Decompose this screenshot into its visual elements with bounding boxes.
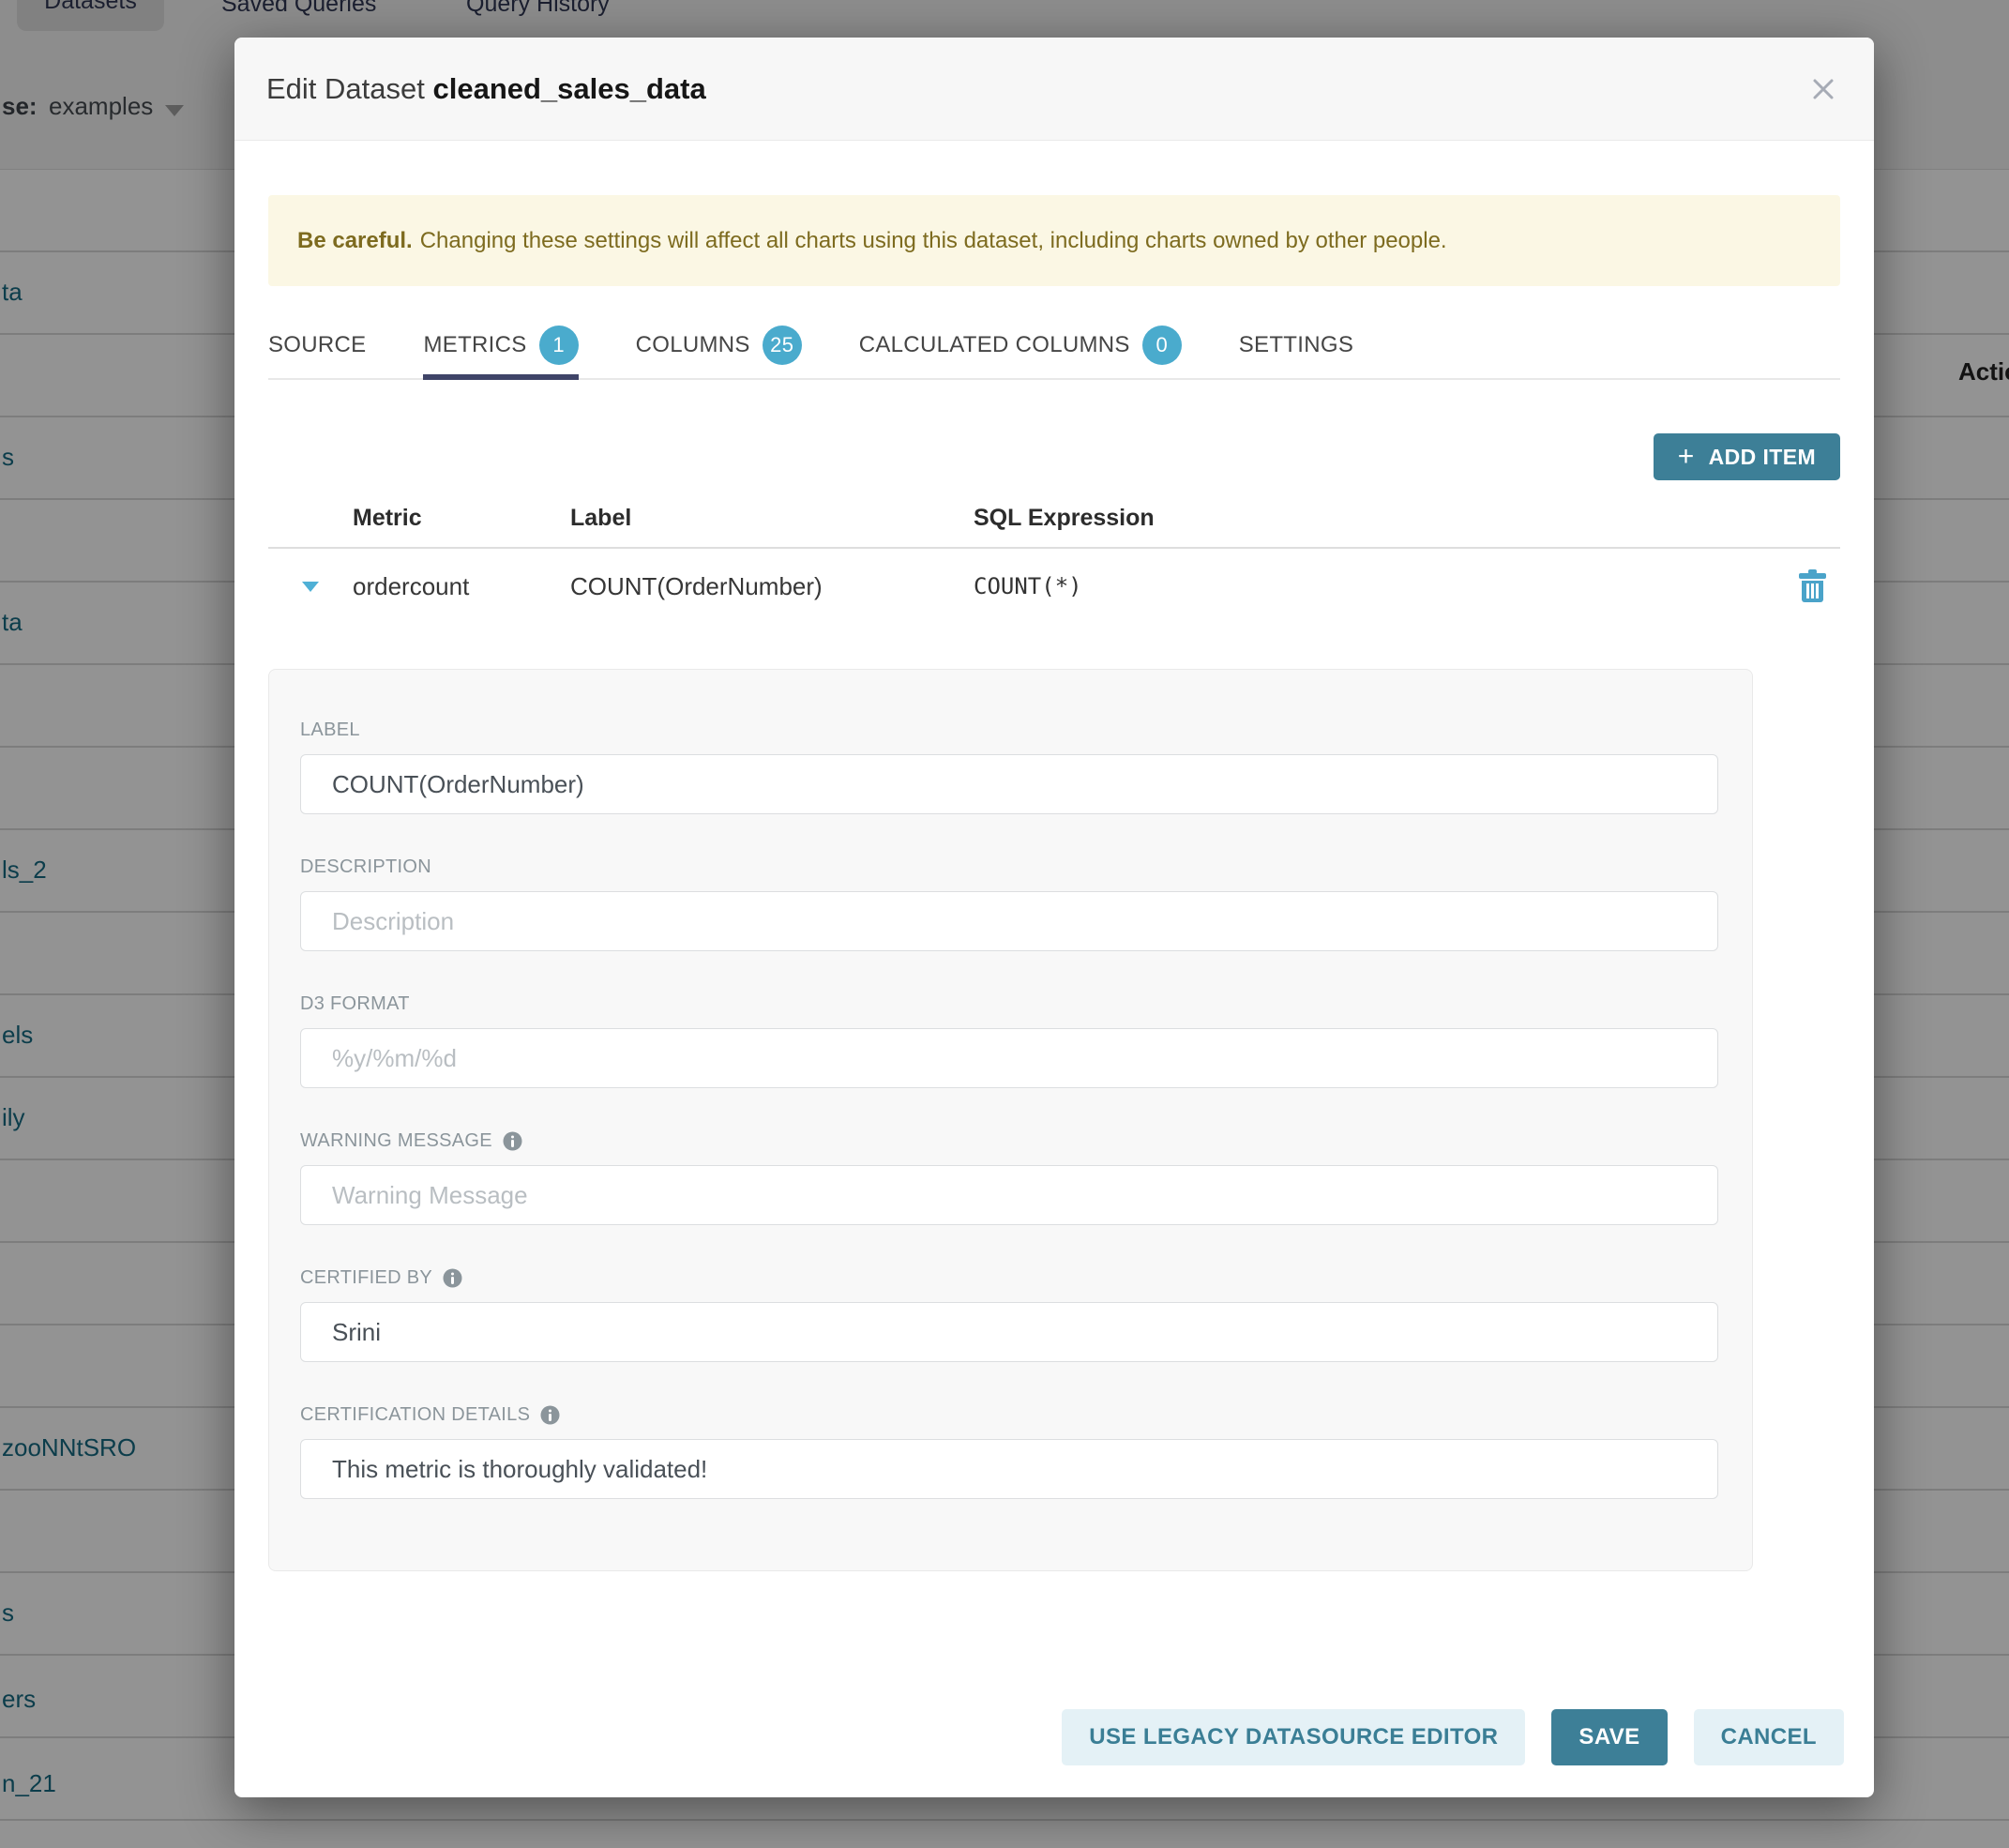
warning-bold-text: Be careful. bbox=[297, 228, 413, 253]
warning-message-field: WARNING MESSAGE bbox=[300, 1129, 1718, 1225]
tab-calculated-columns[interactable]: CALCULATED COLUMNS 0 bbox=[859, 312, 1182, 378]
field-label-text: LABEL bbox=[300, 719, 360, 741]
edit-dataset-modal: Edit Dataset cleaned_sales_data Be caref… bbox=[234, 38, 1874, 1797]
label-field-label: LABEL bbox=[300, 719, 1718, 741]
modal-tabs: SOURCE METRICS 1 COLUMNS 25 CALCULATED C… bbox=[268, 312, 1840, 380]
tab-source[interactable]: SOURCE bbox=[268, 312, 366, 378]
certified-by-field: CERTIFIED BY bbox=[300, 1266, 1718, 1362]
expand-collapse-control[interactable] bbox=[268, 582, 353, 592]
metric-detail-panel: LABEL DESCRIPTION D3 FORMAT WARNING MESS… bbox=[268, 669, 1753, 1571]
warning-text: Changing these settings will affect all … bbox=[420, 228, 1447, 253]
certified-by-field-label: CERTIFIED BY bbox=[300, 1266, 1718, 1289]
label-field: LABEL bbox=[300, 719, 1718, 814]
modal-title-prefix: Edit Dataset bbox=[266, 72, 432, 105]
info-icon bbox=[503, 1131, 522, 1151]
tab-label: COLUMNS bbox=[636, 332, 750, 358]
metric-row: ordercount COUNT(OrderNumber) COUNT(*) bbox=[268, 549, 1840, 628]
warning-message-field-label: WARNING MESSAGE bbox=[300, 1129, 1718, 1152]
d3-format-input[interactable] bbox=[300, 1028, 1718, 1088]
close-icon bbox=[1807, 73, 1839, 105]
warning-message-input[interactable] bbox=[300, 1165, 1718, 1225]
modal-title: Edit Dataset cleaned_sales_data bbox=[266, 72, 706, 106]
tab-settings[interactable]: SETTINGS bbox=[1239, 312, 1353, 378]
calculated-columns-count-badge: 0 bbox=[1142, 326, 1182, 365]
certification-details-input[interactable] bbox=[300, 1439, 1718, 1499]
column-header-sql-expression: SQL Expression bbox=[974, 505, 1784, 532]
tab-label: SOURCE bbox=[268, 332, 366, 358]
close-button[interactable] bbox=[1803, 68, 1844, 110]
metric-sql-expression: COUNT(*) bbox=[974, 573, 1784, 599]
add-item-label: ADD ITEM bbox=[1709, 445, 1816, 470]
metric-name: ordercount bbox=[353, 572, 570, 601]
field-label-text: CERTIFIED BY bbox=[300, 1266, 432, 1289]
caret-down-icon bbox=[302, 582, 319, 592]
column-header-label: Label bbox=[570, 505, 974, 532]
metrics-table-header: Metric Label SQL Expression bbox=[268, 505, 1840, 549]
tab-columns[interactable]: COLUMNS 25 bbox=[636, 312, 802, 378]
description-field-label: DESCRIPTION bbox=[300, 856, 1718, 878]
tab-metrics[interactable]: METRICS 1 bbox=[423, 312, 578, 378]
use-legacy-datasource-editor-button[interactable]: USE LEGACY DATASOURCE EDITOR bbox=[1062, 1709, 1525, 1765]
certification-details-field-label: CERTIFICATION DETAILS bbox=[300, 1403, 1718, 1426]
plus-icon: + bbox=[1678, 443, 1695, 471]
delete-metric-button[interactable] bbox=[1784, 569, 1840, 603]
metrics-count-badge: 1 bbox=[539, 326, 579, 365]
cancel-button[interactable]: CANCEL bbox=[1694, 1709, 1844, 1765]
add-item-row: + ADD ITEM bbox=[268, 433, 1840, 480]
modal-header: Edit Dataset cleaned_sales_data bbox=[234, 38, 1874, 141]
certified-by-input[interactable] bbox=[300, 1302, 1718, 1362]
modal-body: Be careful. Changing these settings will … bbox=[234, 141, 1874, 1709]
warning-banner: Be careful. Changing these settings will … bbox=[268, 195, 1840, 286]
field-label-text: WARNING MESSAGE bbox=[300, 1129, 492, 1152]
modal-footer: USE LEGACY DATASOURCE EDITOR SAVE CANCEL bbox=[234, 1709, 1874, 1797]
field-label-text: D3 FORMAT bbox=[300, 992, 410, 1015]
add-item-button[interactable]: + ADD ITEM bbox=[1654, 433, 1840, 480]
info-icon bbox=[540, 1405, 560, 1425]
dataset-name: cleaned_sales_data bbox=[432, 72, 705, 105]
columns-count-badge: 25 bbox=[763, 326, 802, 365]
save-button[interactable]: SAVE bbox=[1551, 1709, 1667, 1765]
d3-format-field: D3 FORMAT bbox=[300, 992, 1718, 1088]
label-input[interactable] bbox=[300, 754, 1718, 814]
description-input[interactable] bbox=[300, 891, 1718, 951]
metric-label: COUNT(OrderNumber) bbox=[570, 572, 974, 601]
field-label-text: CERTIFICATION DETAILS bbox=[300, 1403, 530, 1426]
info-icon bbox=[443, 1268, 462, 1288]
tab-label: METRICS bbox=[423, 332, 526, 358]
field-label-text: DESCRIPTION bbox=[300, 856, 431, 878]
d3-format-field-label: D3 FORMAT bbox=[300, 992, 1718, 1015]
metrics-table: Metric Label SQL Expression ordercount C… bbox=[268, 505, 1840, 628]
description-field: DESCRIPTION bbox=[300, 856, 1718, 951]
column-header-metric: Metric bbox=[353, 505, 570, 532]
trash-icon bbox=[1798, 569, 1827, 603]
tab-label: CALCULATED COLUMNS bbox=[859, 332, 1130, 358]
certification-details-field: CERTIFICATION DETAILS bbox=[300, 1403, 1718, 1499]
tab-label: SETTINGS bbox=[1239, 332, 1353, 358]
